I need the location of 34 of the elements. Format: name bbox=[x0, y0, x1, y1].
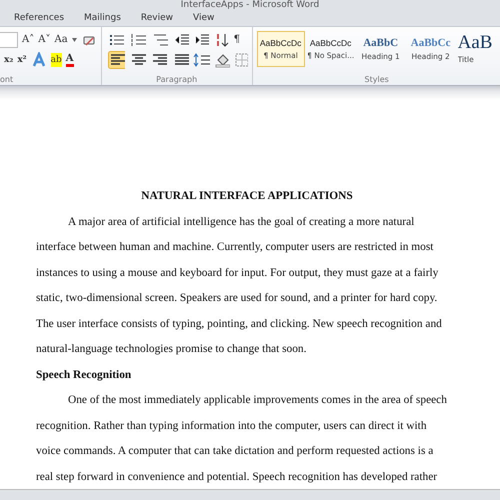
bullet-list-icon[interactable] bbox=[108, 32, 126, 48]
highlight-button[interactable]: ab bbox=[50, 53, 62, 67]
script-button[interactable]: x² bbox=[17, 53, 27, 67]
group-label: Styles bbox=[364, 75, 390, 84]
ribbon-tab[interactable]: Review bbox=[130, 13, 184, 23]
ribbon-tab[interactable]: Mailings bbox=[74, 13, 131, 23]
group-label: ont bbox=[0, 75, 14, 84]
style-preview: AaB bbox=[458, 34, 492, 52]
text-effects-icon[interactable] bbox=[30, 52, 47, 68]
ribbon-tab[interactable]: View bbox=[183, 13, 224, 23]
script-button[interactable]: x₂ bbox=[4, 53, 14, 67]
section-heading: Speech Recognition bbox=[36, 368, 132, 382]
window-title: InterfaceApps - Microsoft Word bbox=[180, 0, 320, 10]
line-spacing-icon[interactable] bbox=[192, 52, 210, 68]
font-button[interactable]: A˄ bbox=[22, 33, 34, 47]
group-label: Paragraph bbox=[155, 75, 198, 84]
multilevel-list-icon[interactable] bbox=[152, 32, 170, 48]
style-preview: AaBbCcDc bbox=[260, 38, 302, 48]
document-title: NATURAL INTERFACE APPLICATIONS bbox=[140, 189, 354, 204]
align-button[interactable] bbox=[108, 51, 125, 69]
font-button[interactable]: A˅ bbox=[38, 33, 50, 47]
font-color-button[interactable]: A bbox=[66, 53, 74, 67]
body-paragraph: One of the most immediately applicable improvements comes in the area of speech recognition. Rather than typing information into the computer, users can direct it with voice commands. A computer that can take dictation and perform requested actions is a real step forward in convenience and potential. Speech recognition has developed rather bbox=[36, 393, 448, 484]
ribbon-tab[interactable]: References bbox=[4, 13, 74, 23]
caret-icon[interactable] bbox=[72, 38, 77, 42]
font-size-field[interactable] bbox=[0, 32, 18, 48]
style-preview: AaBbCcDc bbox=[310, 38, 352, 48]
paint-bucket-icon[interactable] bbox=[214, 52, 230, 68]
body-paragraph: A major area of artificial intelligence has the goal of creating a more natural interface between human and machine. Currently, computer users are restricted in most instances to using a mouse and keyboard for input. For output, they must gaze at a fairly static, two-dimensional screen. Speakers are used for sound, and a printer for hard copy. The user interface consists of typing, pointing, and clicking. New speech recognition and natural-language technologies promise to change that soon. bbox=[36, 214, 443, 357]
change-case-button[interactable]: Aa bbox=[54, 33, 68, 47]
style-preview: AaBbCc bbox=[410, 37, 451, 49]
numbered-list-icon[interactable] bbox=[130, 32, 148, 48]
style-preview: AaBbC bbox=[363, 37, 398, 49]
show-formatting-button[interactable]: ¶ bbox=[234, 33, 240, 47]
